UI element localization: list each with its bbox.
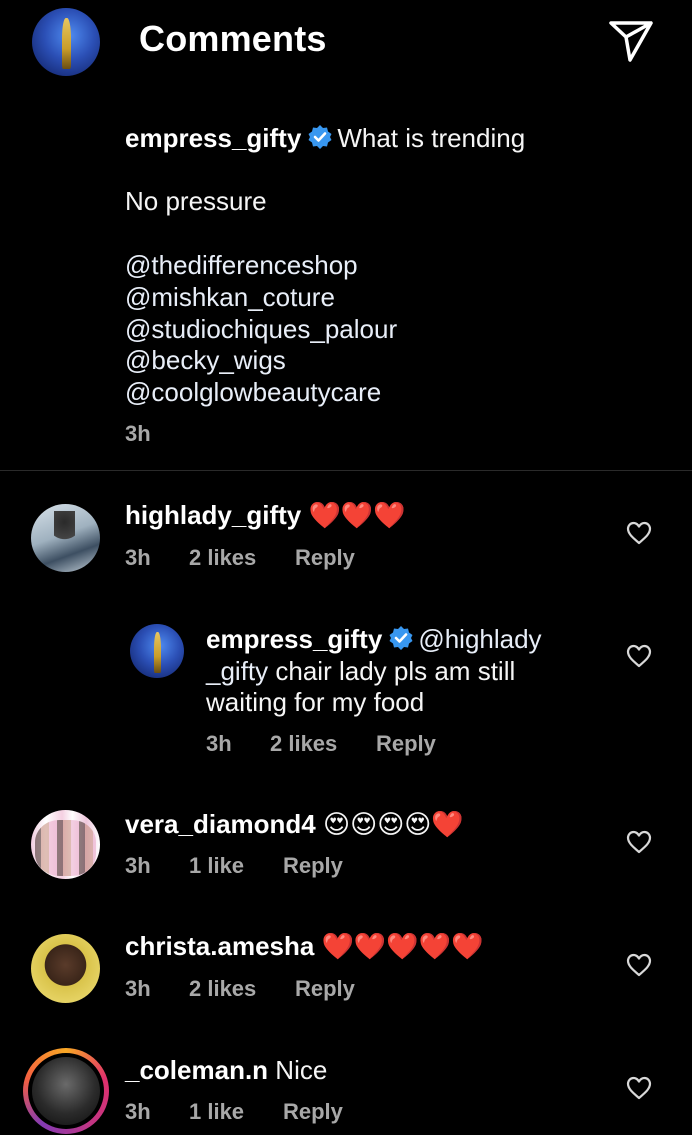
comment-likes[interactable]: 2 likes — [189, 976, 256, 1002]
comment-meta: 3h 2 likes Reply — [125, 545, 355, 571]
comment-body: waiting for my food — [206, 687, 425, 717]
comment-text-line: _gifty chair lady pls am still — [206, 655, 515, 687]
heart-outline-icon — [626, 830, 652, 854]
mention-link[interactable]: _gifty — [206, 656, 268, 686]
avatar[interactable] — [130, 624, 184, 678]
like-button[interactable] — [626, 953, 652, 977]
comment-likes[interactable]: 2 likes — [189, 545, 256, 571]
comment-time: 3h — [206, 731, 232, 756]
avatar — [32, 1057, 100, 1125]
comment-meta: 3h 1 like Reply — [125, 1099, 343, 1125]
comment-meta: 3h 2 likes Reply — [206, 731, 436, 757]
comment-username[interactable]: highlady_gifty — [125, 500, 301, 530]
avatar[interactable] — [31, 810, 100, 879]
comment-likes[interactable]: 2 likes — [270, 731, 337, 757]
caption-time: 3h — [125, 421, 151, 446]
reply-button[interactable]: Reply — [283, 1099, 343, 1125]
mention-link[interactable]: @becky_wigs — [125, 344, 286, 376]
reply-button[interactable]: Reply — [283, 853, 343, 879]
avatar-ring-gap — [28, 1053, 104, 1129]
avatar[interactable] — [31, 504, 100, 572]
comment-body: 😍😍😍😍❤️ — [322, 809, 464, 839]
like-button[interactable] — [626, 521, 652, 545]
caption-text: empress_gifty What is trending — [125, 122, 665, 154]
reply-button[interactable]: Reply — [295, 545, 355, 571]
comment-likes[interactable]: 1 like — [189, 1099, 244, 1125]
heart-outline-icon — [626, 521, 652, 545]
comment-body: Nice — [275, 1055, 328, 1085]
comment-username[interactable]: empress_gifty — [206, 624, 382, 654]
verified-badge-icon — [389, 626, 413, 650]
comment-time: 3h — [125, 545, 151, 570]
comment-text: christa.amesha ❤️❤️❤️❤️❤️ — [125, 930, 483, 962]
mention-link[interactable]: @studiochiques_palour — [125, 313, 397, 345]
comment-time: 3h — [125, 976, 151, 1001]
comment-meta: 3h 1 like Reply — [125, 853, 343, 879]
divider — [0, 470, 692, 471]
heart-outline-icon — [626, 1076, 652, 1100]
comment-text: empress_gifty @highlady — [206, 623, 606, 655]
heart-outline-icon — [626, 953, 652, 977]
comment-username[interactable]: _coleman.n — [125, 1055, 268, 1085]
comment-text: _coleman.n Nice — [125, 1054, 327, 1086]
header: Comments — [0, 0, 692, 84]
like-button[interactable] — [626, 644, 652, 668]
heart-outline-icon — [626, 644, 652, 668]
reply-button[interactable]: Reply — [376, 731, 436, 757]
caption-line-2: No pressure — [125, 186, 267, 216]
comment-username[interactable]: christa.amesha — [125, 931, 314, 961]
page-title: Comments — [139, 18, 327, 59]
comment-likes[interactable]: 1 like — [189, 853, 244, 879]
comments-screen: Comments empress_gifty What is trending N… — [0, 0, 692, 1135]
mention-link[interactable]: @coolglowbeautycare — [125, 376, 381, 408]
paper-plane-icon — [609, 21, 653, 62]
comment-body: chair lady pls am still — [275, 656, 516, 686]
comment-text: vera_diamond4 😍😍😍😍❤️ — [125, 808, 464, 840]
comment-time: 3h — [125, 1099, 151, 1124]
caption-username[interactable]: empress_gifty — [125, 123, 301, 153]
mention-link[interactable]: @highlady — [418, 624, 541, 654]
mention-link[interactable]: @thedifferenceshop — [125, 249, 358, 281]
caption-line-1: What is trending — [337, 123, 526, 153]
like-button[interactable] — [626, 1076, 652, 1100]
share-button[interactable] — [606, 18, 656, 64]
caption-avatar[interactable] — [32, 8, 100, 76]
comment-body: ❤️❤️❤️❤️❤️ — [321, 931, 484, 961]
verified-badge-icon — [308, 125, 332, 149]
comment-time: 3h — [125, 853, 151, 878]
comment-text: highlady_gifty ❤️❤️❤️ — [125, 499, 406, 531]
avatar[interactable] — [31, 934, 100, 1003]
reply-button[interactable]: Reply — [295, 976, 355, 1002]
like-button[interactable] — [626, 830, 652, 854]
story-ring-avatar[interactable] — [23, 1048, 109, 1134]
comment-username[interactable]: vera_diamond4 — [125, 809, 316, 839]
comment-meta: 3h 2 likes Reply — [125, 976, 355, 1002]
comment-body: ❤️❤️❤️ — [308, 500, 406, 530]
mention-link[interactable]: @mishkan_coture — [125, 281, 335, 313]
